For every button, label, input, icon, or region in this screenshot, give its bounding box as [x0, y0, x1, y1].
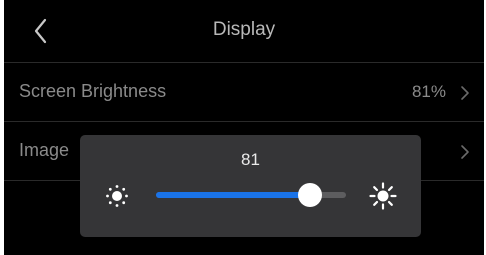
setting-row-screen-brightness[interactable]: Screen Brightness 81%	[4, 63, 484, 121]
brightness-value: 81	[241, 150, 260, 169]
header: Display	[4, 0, 484, 62]
setting-label: Screen Brightness	[19, 81, 167, 101]
page-title: Display	[212, 19, 276, 40]
display-settings-screen: Display Screen Brightness 81% Image 81	[4, 0, 484, 255]
brightness-slider[interactable]	[156, 183, 346, 207]
setting-label: Image	[19, 140, 70, 160]
sun-small-icon	[106, 185, 128, 207]
brightness-popup: 81	[80, 135, 421, 237]
chevron-right-icon	[461, 145, 469, 159]
slider-fill	[156, 192, 310, 198]
slider-thumb[interactable]	[298, 183, 322, 207]
chevron-right-icon	[461, 86, 469, 100]
setting-value: 81%	[411, 82, 446, 101]
sun-large-icon	[369, 182, 397, 210]
